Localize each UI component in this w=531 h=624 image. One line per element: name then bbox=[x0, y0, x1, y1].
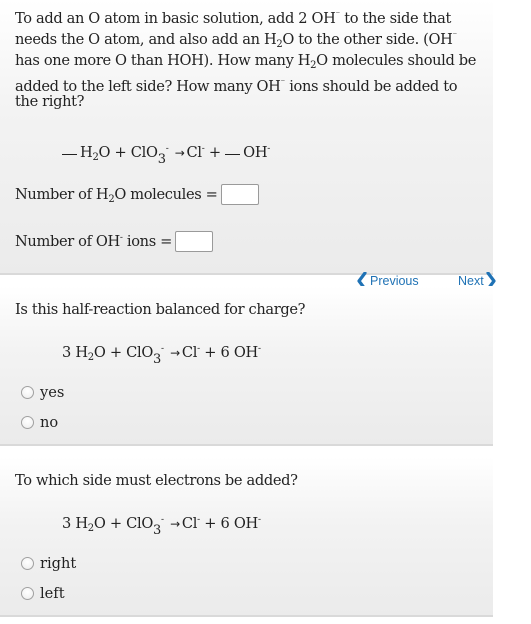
radio-button[interactable] bbox=[21, 587, 34, 600]
question-panel-add-oxygen: To add an O atom in basic solution, add … bbox=[0, 0, 493, 275]
radio-button[interactable] bbox=[21, 416, 34, 429]
oh-count-label: Number of OH- ions = bbox=[15, 233, 173, 250]
half-reaction-equation: 3 H2O + ClO3- → Cl- + 6 OH- bbox=[62, 515, 261, 538]
half-reaction-equation: H2O + ClO3- → Cl- + OH- bbox=[62, 144, 270, 166]
radio-button[interactable] bbox=[21, 386, 34, 399]
coefficient-blank-right bbox=[225, 154, 241, 155]
question-panel-electron-side: To which side must electrons be added? 3… bbox=[0, 457, 493, 617]
question-panel-charge-balance: Is this half-reaction balanced for charg… bbox=[0, 286, 493, 446]
oh-count-input[interactable] bbox=[175, 231, 214, 252]
oh-count-row: Number of OH- ions = bbox=[15, 231, 214, 252]
instruction-line: To add an O atom in basic solution, add … bbox=[15, 10, 452, 27]
instruction-line: has one more O than HOH). How many H2O m… bbox=[15, 52, 477, 71]
reaction-arrow-icon: → bbox=[170, 517, 180, 531]
h2o-count-row: Number of H2O molecules = bbox=[15, 184, 259, 205]
half-reaction-equation: 3 H2O + ClO3- → Cl- + 6 OH- bbox=[62, 344, 261, 367]
instruction-line: needs the O atom, and also add an H2O to… bbox=[15, 31, 457, 50]
option-left[interactable]: left bbox=[21, 585, 65, 602]
option-right[interactable]: right bbox=[21, 555, 76, 572]
reaction-arrow-icon: → bbox=[170, 346, 180, 360]
instruction-text: To add an O atom in basic solution, add … bbox=[15, 8, 493, 112]
reaction-arrow-icon: → bbox=[174, 146, 185, 160]
instruction-line: added to the left side? How many OH⁻ ion… bbox=[15, 78, 458, 95]
question-text: To which side must electrons be added? bbox=[15, 472, 298, 489]
option-no[interactable]: no bbox=[21, 414, 58, 431]
h2o-count-label: Number of H2O molecules = bbox=[15, 186, 218, 205]
radio-button[interactable] bbox=[21, 557, 34, 570]
option-yes[interactable]: yes bbox=[21, 384, 64, 401]
coefficient-blank-left bbox=[62, 154, 77, 155]
question-text: Is this half-reaction balanced for charg… bbox=[15, 301, 306, 318]
h2o-count-input[interactable] bbox=[220, 184, 259, 205]
